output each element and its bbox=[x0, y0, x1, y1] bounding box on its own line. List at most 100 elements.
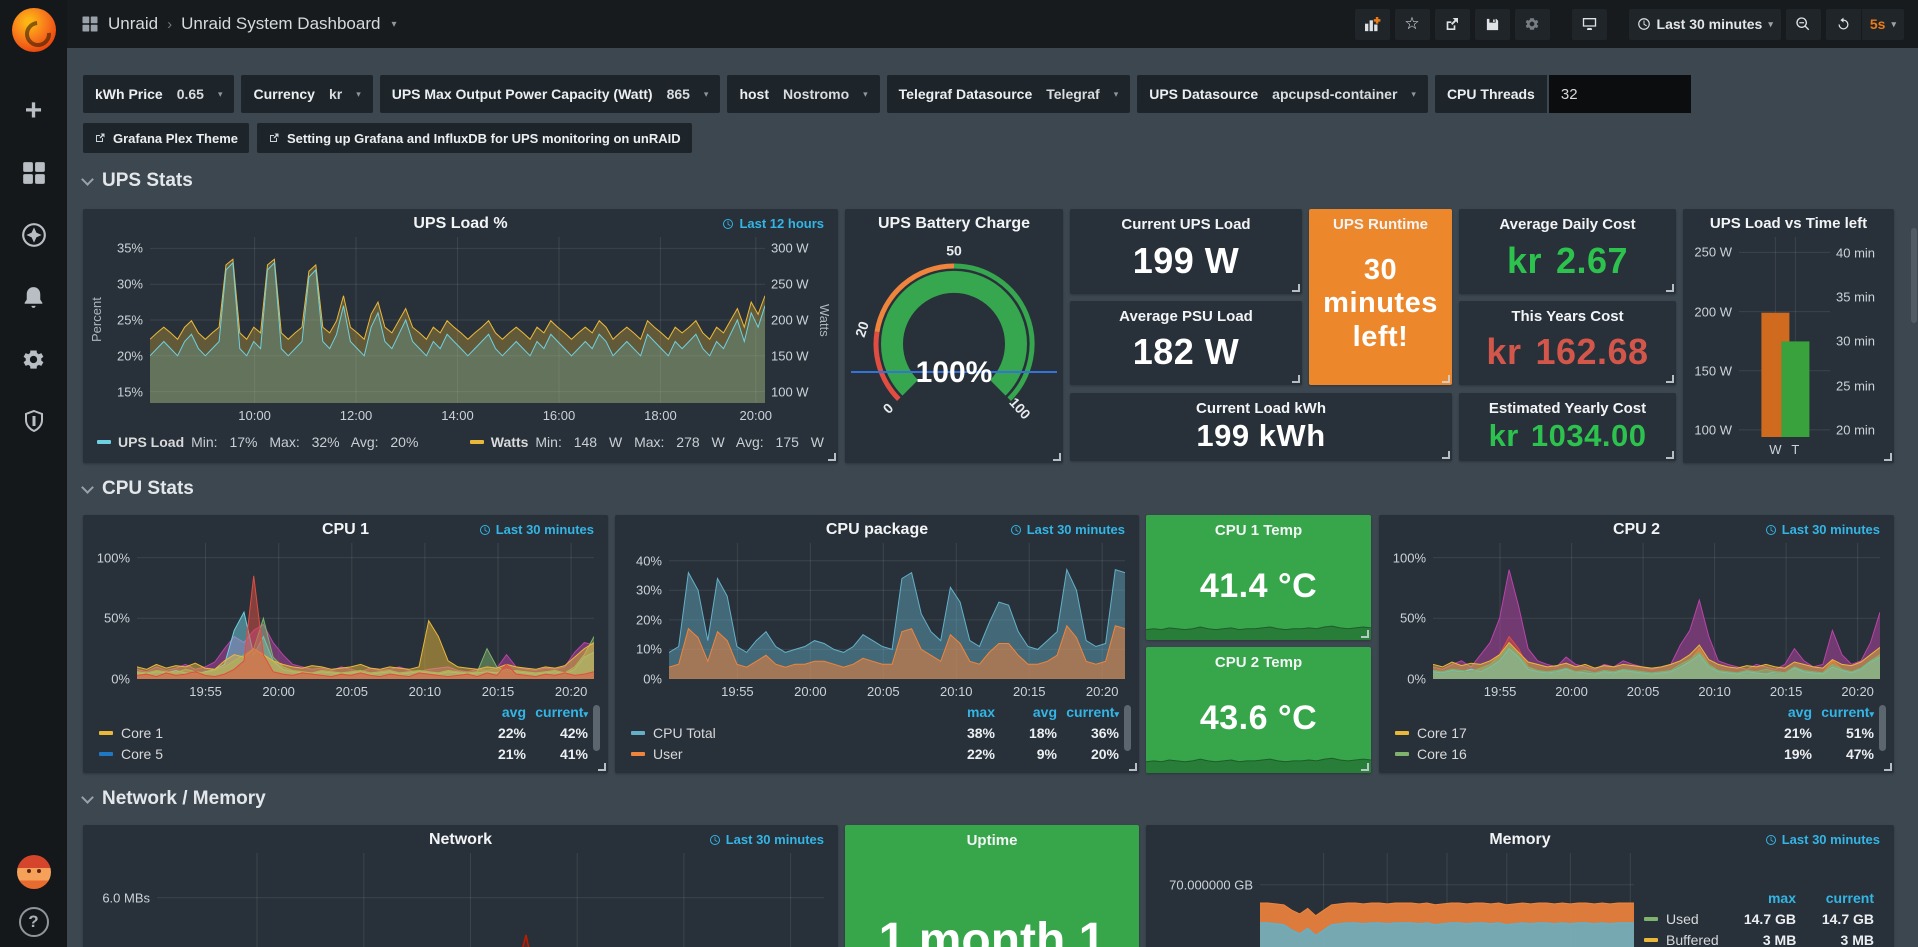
panel-time-override[interactable]: Last 30 minutes bbox=[479, 522, 594, 537]
add-panel-button[interactable] bbox=[1355, 9, 1390, 40]
ups-load-plot[interactable] bbox=[150, 237, 765, 403]
legend-header-current[interactable]: current▾ bbox=[526, 704, 588, 720]
panel-title[interactable]: Uptime bbox=[967, 832, 1018, 849]
link-grafana-plex-theme[interactable]: Grafana Plex Theme bbox=[83, 123, 249, 153]
section-cpu-stats[interactable]: CPU Stats bbox=[83, 478, 194, 500]
panel-resize-handle[interactable] bbox=[1292, 284, 1300, 292]
panel-title[interactable]: UPS Load % bbox=[89, 215, 832, 233]
legend-series[interactable]: Core 5 bbox=[99, 746, 464, 762]
page-scrollbar-thumb[interactable] bbox=[1911, 228, 1917, 323]
legend-header-max[interactable]: max bbox=[933, 704, 995, 720]
panel-resize-handle[interactable] bbox=[1666, 375, 1674, 383]
panel-title[interactable]: UPS Runtime bbox=[1333, 216, 1428, 233]
variable-telegraf-datasource[interactable]: Telegraf Datasource Telegraf ▾ bbox=[887, 75, 1131, 113]
panel-title[interactable]: UPS Load vs Time left bbox=[1689, 215, 1888, 232]
configuration-gear-icon[interactable] bbox=[14, 339, 54, 379]
network-plot[interactable] bbox=[157, 853, 824, 947]
panel-resize-handle[interactable] bbox=[1053, 453, 1061, 461]
legend-scrollbar[interactable] bbox=[593, 705, 600, 751]
legend-scrollbar[interactable] bbox=[1124, 705, 1131, 751]
panel-title[interactable]: Estimated Yearly Cost bbox=[1489, 400, 1646, 417]
ups-bars-plot[interactable] bbox=[1739, 237, 1830, 437]
variable-kwh-price[interactable]: kWh Price 0.65 ▾ bbox=[83, 75, 234, 113]
legend-series[interactable]: Core 1 bbox=[99, 725, 464, 741]
legend-series-ups-load[interactable]: UPS Load Min: 17% Max: 32% Avg: 20% bbox=[97, 434, 418, 450]
dashboards-icon[interactable] bbox=[14, 153, 54, 193]
zoom-out-button[interactable] bbox=[1786, 9, 1821, 40]
explore-compass-icon[interactable] bbox=[14, 215, 54, 255]
chevron-down-icon: ▾ bbox=[1411, 89, 1416, 100]
section-network-memory[interactable]: Network / Memory bbox=[83, 788, 266, 810]
variable-ups-max-output[interactable]: UPS Max Output Power Capacity (Watt) 865… bbox=[380, 75, 721, 113]
cycle-view-monitor-button[interactable] bbox=[1572, 9, 1607, 40]
panel-resize-handle[interactable] bbox=[828, 453, 836, 461]
legend-header-avg[interactable]: avg bbox=[995, 704, 1057, 720]
breadcrumb-group[interactable]: Unraid bbox=[108, 14, 158, 34]
cpu-package-plot[interactable] bbox=[669, 543, 1125, 679]
panel-resize-handle[interactable] bbox=[1884, 453, 1892, 461]
link-ups-monitoring-guide[interactable]: Setting up Grafana and InfluxDB for UPS … bbox=[257, 123, 692, 153]
panel-title[interactable]: CPU 2 Temp bbox=[1215, 654, 1302, 671]
panel-resize-handle[interactable] bbox=[1666, 284, 1674, 292]
share-button[interactable] bbox=[1435, 9, 1470, 40]
dashboard-title[interactable]: Unraid System Dashboard bbox=[181, 14, 380, 34]
panel-resize-handle[interactable] bbox=[1292, 375, 1300, 383]
legend-series-watts[interactable]: Watts Min: 148 W Max: 278 W Avg: 175 W bbox=[470, 434, 824, 450]
panel-time-override[interactable]: Last 30 minutes bbox=[1010, 522, 1125, 537]
cpu2-plot[interactable] bbox=[1433, 543, 1880, 679]
panel-resize-handle[interactable] bbox=[1361, 763, 1369, 771]
user-avatar[interactable] bbox=[17, 855, 51, 889]
variable-host[interactable]: host Nostromo ▾ bbox=[727, 75, 879, 113]
dashboard-grid-icon[interactable] bbox=[81, 15, 99, 33]
refresh-interval-picker[interactable]: 5s ▾ bbox=[1862, 9, 1904, 40]
panel-resize-handle[interactable] bbox=[1129, 763, 1137, 771]
save-button[interactable] bbox=[1475, 9, 1510, 40]
panel-title[interactable]: This Years Cost bbox=[1511, 308, 1623, 325]
legend-header-current[interactable]: current▾ bbox=[1812, 704, 1874, 720]
panel-resize-handle[interactable] bbox=[1442, 451, 1450, 459]
legend-series[interactable]: Buffered bbox=[1644, 932, 1719, 947]
memory-plot[interactable] bbox=[1260, 853, 1634, 947]
legend-header-avg[interactable]: avg bbox=[1750, 704, 1812, 720]
legend-series[interactable]: User bbox=[631, 746, 933, 762]
legend-series[interactable]: Core 16 bbox=[1395, 746, 1750, 762]
panel-resize-handle[interactable] bbox=[1884, 763, 1892, 771]
panel-title[interactable]: Current UPS Load bbox=[1121, 216, 1250, 233]
refresh-button[interactable] bbox=[1826, 9, 1861, 40]
star-button[interactable]: ☆ bbox=[1395, 9, 1430, 40]
grafana-logo-icon[interactable] bbox=[12, 8, 56, 52]
cpu-threads-input[interactable] bbox=[1549, 75, 1691, 113]
panel-title[interactable]: UPS Battery Charge bbox=[845, 215, 1063, 233]
panel-resize-handle[interactable] bbox=[598, 763, 606, 771]
panel-time-override[interactable]: Last 30 minutes bbox=[1765, 522, 1880, 537]
cpu1-plot[interactable] bbox=[137, 543, 594, 679]
panel-resize-handle[interactable] bbox=[1666, 451, 1674, 459]
title-caret-icon[interactable]: ▾ bbox=[391, 19, 396, 30]
legend-header-avg[interactable]: avg bbox=[464, 704, 526, 720]
panel-resize-handle[interactable] bbox=[1442, 375, 1450, 383]
server-admin-shield-icon[interactable] bbox=[14, 401, 54, 441]
legend-series[interactable]: Used bbox=[1644, 911, 1718, 927]
variable-currency[interactable]: Currency kr ▾ bbox=[241, 75, 372, 113]
help-icon[interactable]: ? bbox=[19, 907, 49, 937]
panel-title[interactable]: Current Load kWh bbox=[1196, 400, 1326, 417]
section-ups-stats[interactable]: UPS Stats bbox=[83, 170, 193, 192]
alerting-bell-icon[interactable] bbox=[14, 277, 54, 317]
add-icon[interactable]: + bbox=[14, 91, 54, 131]
panel-time-override[interactable]: Last 12 hours bbox=[722, 216, 824, 231]
legend-scrollbar[interactable] bbox=[1879, 705, 1886, 751]
panel-time-override[interactable]: Last 30 minutes bbox=[1765, 832, 1880, 847]
time-range-picker[interactable]: Last 30 minutes ▾ bbox=[1629, 9, 1781, 40]
legend-header-current[interactable]: current bbox=[1796, 890, 1874, 906]
legend-series[interactable]: CPU Total bbox=[631, 725, 933, 741]
dashboard-settings-button[interactable] bbox=[1515, 9, 1550, 40]
legend-header-current[interactable]: current▾ bbox=[1057, 704, 1119, 720]
panel-title[interactable]: Average Daily Cost bbox=[1499, 216, 1635, 233]
variable-ups-datasource[interactable]: UPS Datasource apcupsd-container ▾ bbox=[1137, 75, 1428, 113]
panel-resize-handle[interactable] bbox=[1361, 630, 1369, 638]
panel-time-override[interactable]: Last 30 minutes bbox=[709, 832, 824, 847]
panel-title[interactable]: Average PSU Load bbox=[1119, 308, 1253, 325]
panel-title[interactable]: CPU 1 Temp bbox=[1215, 522, 1302, 539]
legend-header-max[interactable]: max bbox=[1718, 890, 1796, 906]
legend-series[interactable]: Core 17 bbox=[1395, 725, 1750, 741]
